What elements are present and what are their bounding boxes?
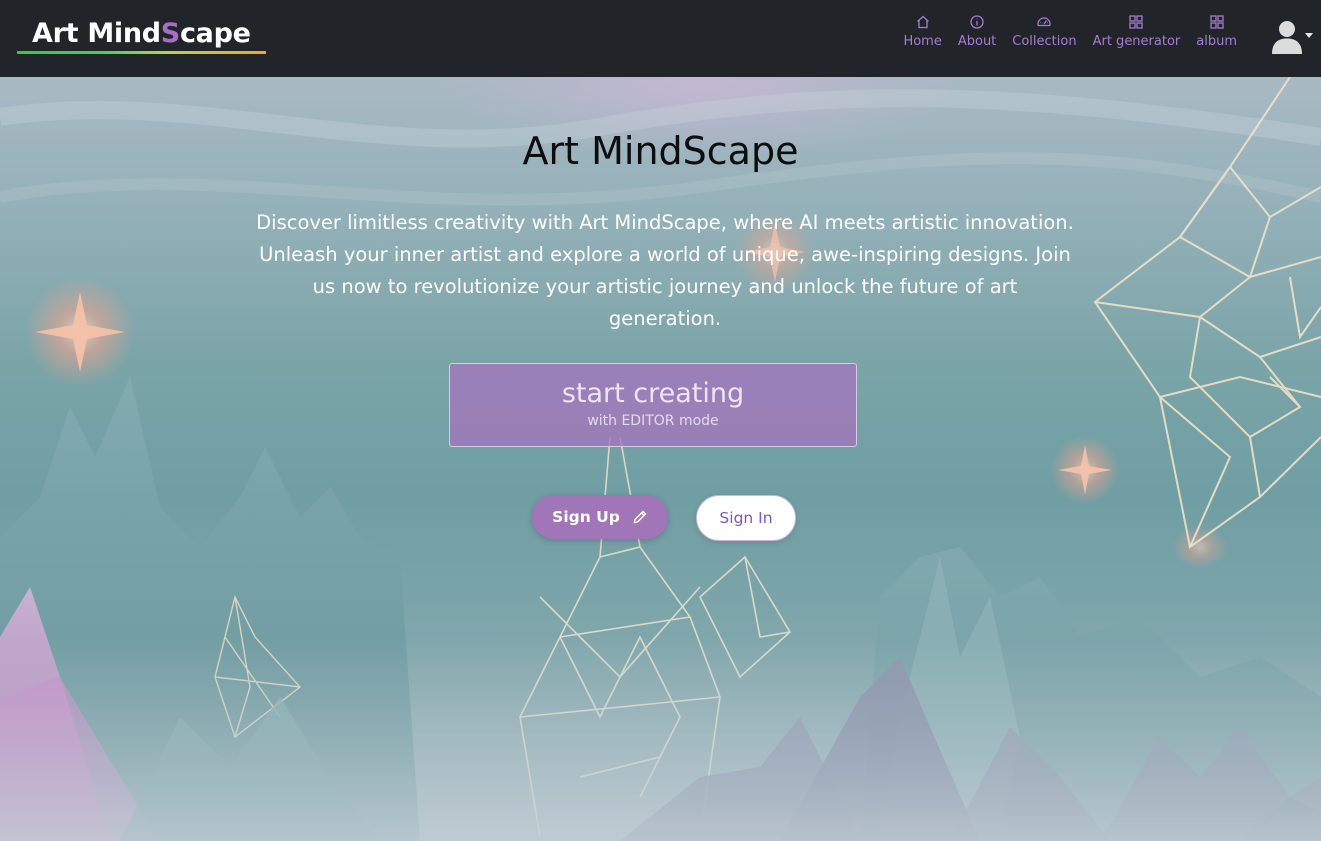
nav-item-home[interactable]: Home [895,14,949,49]
nav-label-album: album [1196,34,1237,49]
top-navbar: Art MindScape Home About Collection Art … [0,0,1321,77]
start-creating-button[interactable]: start creating with EDITOR mode [449,363,857,447]
hero-background-art [0,77,1321,841]
brand-logo[interactable]: Art MindScape [17,18,266,54]
sign-in-button[interactable]: Sign In [696,495,796,541]
sign-in-label: Sign In [719,509,773,527]
nav-item-about[interactable]: About [950,14,1004,49]
grid-icon [1209,15,1224,29]
hero-title: Art MindScape [522,129,799,173]
home-icon [916,15,929,29]
brand-text-accent: S [160,18,180,49]
nav-label-art-generator: Art generator [1092,34,1181,49]
sign-up-label: Sign Up [552,508,620,526]
start-creating-sublabel: with EDITOR mode [587,413,719,429]
nav-label-home: Home [903,34,942,49]
info-icon [970,15,984,29]
sign-up-button[interactable]: Sign Up [532,495,668,539]
brand-text-start: Art Mind [32,18,161,49]
nav-menu: Home About Collection Art generator albu… [895,14,1245,49]
nav-item-album[interactable]: album [1188,14,1245,49]
hero-description: Discover limitless creativity with Art M… [256,211,1074,330]
brand-text-end: cape [179,18,251,49]
start-creating-label: start creating [561,378,745,409]
nav-label-collection: Collection [1012,34,1077,49]
pencil-icon [633,510,647,524]
nav-item-art-generator[interactable]: Art generator [1085,14,1189,49]
user-menu-toggle[interactable] [1271,18,1313,54]
nav-label-about: About [957,34,997,49]
chevron-down-icon [1305,32,1313,38]
speedometer-icon [1037,17,1052,27]
nav-item-collection[interactable]: Collection [1004,14,1084,49]
grid-icon [1129,15,1144,29]
user-avatar-icon [1272,21,1302,54]
hero-section: Art MindScape Discover limitless creativ… [0,77,1321,841]
